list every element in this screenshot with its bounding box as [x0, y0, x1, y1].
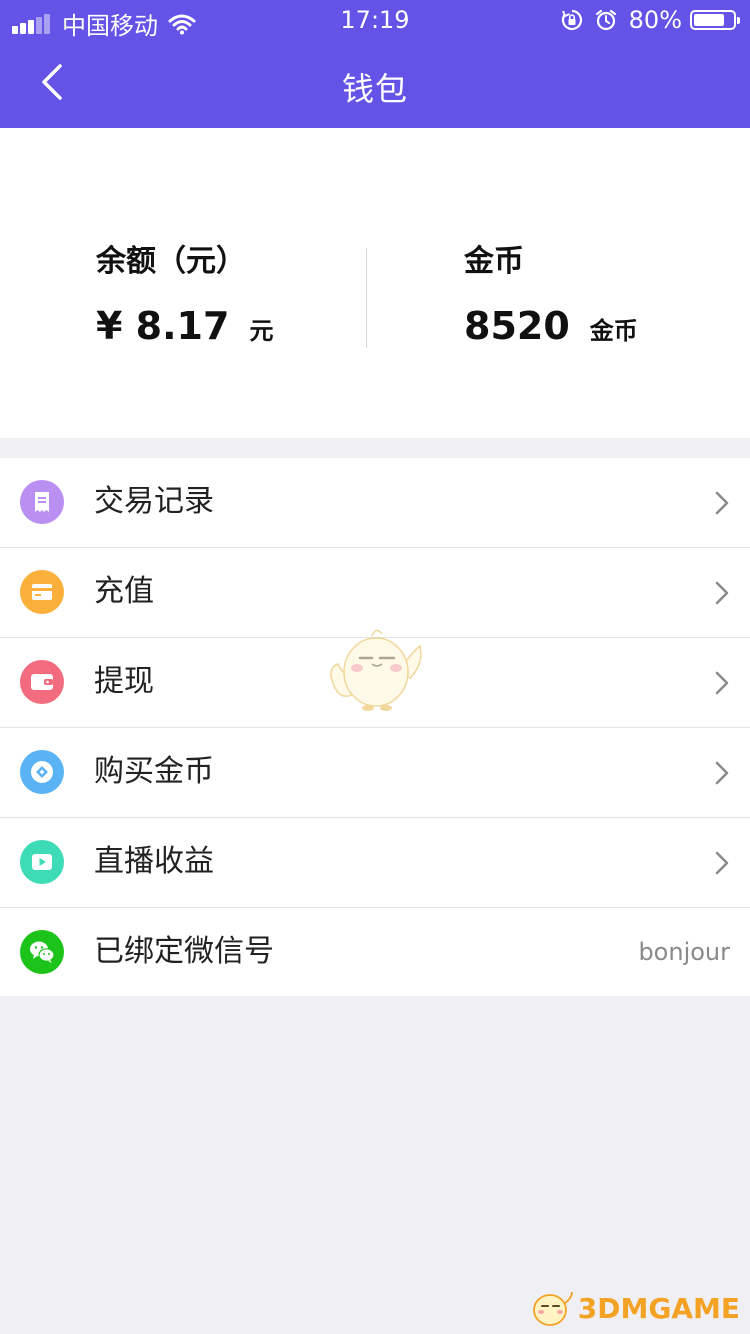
- app-header: 中国移动 17:19 80% 钱包: [0, 0, 750, 128]
- wallet-menu: 交易记录 充值 提现 购买金币 直播收益 已绑定微信号 bonjour: [0, 458, 750, 996]
- summary-divider: [366, 248, 367, 348]
- wallet-summary: 余额（元） ¥ 8.17 元 金币 8520 金币: [0, 128, 750, 438]
- coins-value: 8520: [464, 304, 570, 348]
- status-right: 80%: [561, 6, 740, 34]
- wechat-account-value: bonjour: [638, 938, 730, 966]
- chevron-right-icon: [715, 761, 729, 785]
- card-icon: [20, 570, 64, 614]
- menu-item-buy-coins[interactable]: 购买金币: [0, 728, 750, 818]
- balance-row: ¥ 8.17 元: [96, 304, 273, 348]
- chevron-right-icon: [715, 671, 729, 695]
- rotation-lock-icon: [561, 9, 582, 31]
- menu-item-label: 提现: [94, 664, 154, 699]
- menu-item-live-earnings[interactable]: 直播收益: [0, 818, 750, 908]
- watermark-text: 3DMGAME: [577, 1291, 740, 1325]
- menu-item-label: 充值: [94, 574, 154, 609]
- coins-row: 8520 金币: [464, 304, 638, 348]
- coins-label: 金币: [464, 244, 524, 279]
- menu-item-label: 交易记录: [94, 484, 214, 519]
- page-title: 钱包: [341, 70, 408, 108]
- brand-watermark: 3DMGAME: [528, 1288, 740, 1328]
- mascot-logo-icon: [532, 1291, 573, 1326]
- wallet-icon: [20, 660, 64, 704]
- play-icon: [20, 840, 64, 884]
- receipt-icon: [20, 480, 64, 524]
- balance-value: ¥ 8.17: [96, 304, 230, 348]
- balance-block: 余额（元） ¥ 8.17 元: [96, 242, 273, 348]
- menu-item-label: 购买金币: [94, 754, 214, 789]
- mascot-watermark-icon: [330, 629, 422, 711]
- battery-icon: [690, 10, 740, 30]
- alarm-icon: [595, 9, 616, 31]
- battery-fill: [694, 14, 725, 26]
- diamond-coin-icon: [20, 750, 64, 794]
- menu-item-label: 直播收益: [94, 844, 214, 879]
- coins-block: 金币 8520 金币: [464, 242, 638, 348]
- balance-label: 余额（元）: [96, 244, 246, 279]
- menu-item-wechat-binding[interactable]: 已绑定微信号 bonjour: [0, 908, 750, 996]
- coins-unit: 金币: [589, 317, 638, 345]
- balance-unit: 元: [249, 317, 274, 345]
- wechat-icon: [20, 930, 64, 974]
- status-bar: 中国移动 17:19 80%: [0, 0, 750, 40]
- menu-item-transactions[interactable]: 交易记录: [0, 458, 750, 548]
- chevron-right-icon: [715, 581, 729, 605]
- battery-percentage: 80%: [628, 6, 682, 34]
- chevron-right-icon: [715, 851, 729, 875]
- chevron-right-icon: [715, 491, 729, 515]
- menu-item-label: 已绑定微信号: [94, 934, 274, 969]
